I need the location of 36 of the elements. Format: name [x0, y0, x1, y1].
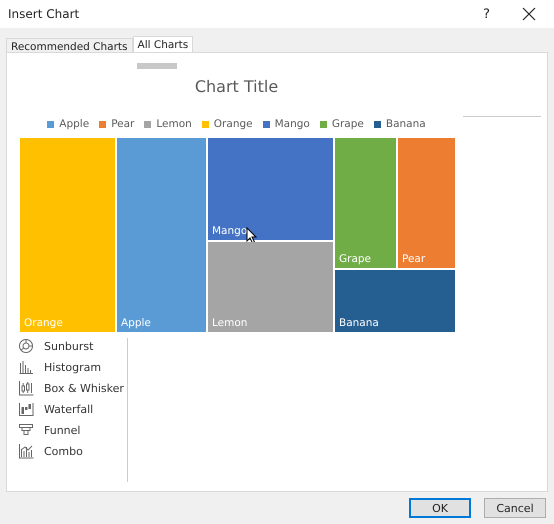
legend-label: Banana: [386, 118, 426, 130]
tile-label: Lemon: [211, 317, 248, 331]
histogram-chart-icon: [18, 359, 34, 375]
window-title: Insert Chart: [8, 7, 80, 21]
ok-button[interactable]: OK: [409, 498, 471, 518]
help-button[interactable]: ?: [483, 6, 490, 22]
funnel-chart-icon: [18, 422, 34, 438]
boxwhisker-chart-icon: [18, 380, 34, 396]
legend-label: Mango: [274, 118, 310, 130]
legend-label: Grape: [332, 118, 364, 130]
cursor-icon: [246, 227, 258, 244]
chart-type-item[interactable]: Histogram: [18, 359, 124, 375]
legend-label: Pear: [111, 118, 134, 130]
close-icon[interactable]: [522, 7, 536, 21]
tile-label: Apple: [120, 317, 151, 331]
chart-type-item[interactable]: Waterfall: [18, 401, 124, 417]
cancel-button[interactable]: Cancel: [484, 498, 546, 518]
waterfall-chart-icon: [18, 401, 34, 417]
legend-label: Apple: [59, 118, 90, 130]
sunburst-chart-icon: [18, 338, 34, 354]
tile-label: Mango: [211, 225, 248, 240]
chart-type-item[interactable]: Sunburst: [18, 338, 124, 354]
legend-label: Lemon: [156, 118, 192, 130]
chart-type-item[interactable]: Combo: [18, 443, 124, 459]
chart-title: Chart Title: [194, 77, 278, 96]
legend-label: Orange: [214, 118, 253, 130]
combo-chart-icon: [18, 443, 34, 459]
chart-thumbnail[interactable]: [137, 63, 177, 69]
tile-label: Banana: [338, 317, 379, 331]
tile-label: Pear: [401, 253, 426, 267]
tab[interactable]: Recommended Charts: [6, 38, 133, 52]
tile-label: Grape: [338, 253, 372, 267]
chart-type-item[interactable]: Box & Whisker: [18, 380, 124, 396]
tab[interactable]: All Charts: [132, 36, 194, 53]
chart-type-item[interactable]: Funnel: [18, 422, 124, 438]
tile-label: Orange: [23, 317, 63, 331]
